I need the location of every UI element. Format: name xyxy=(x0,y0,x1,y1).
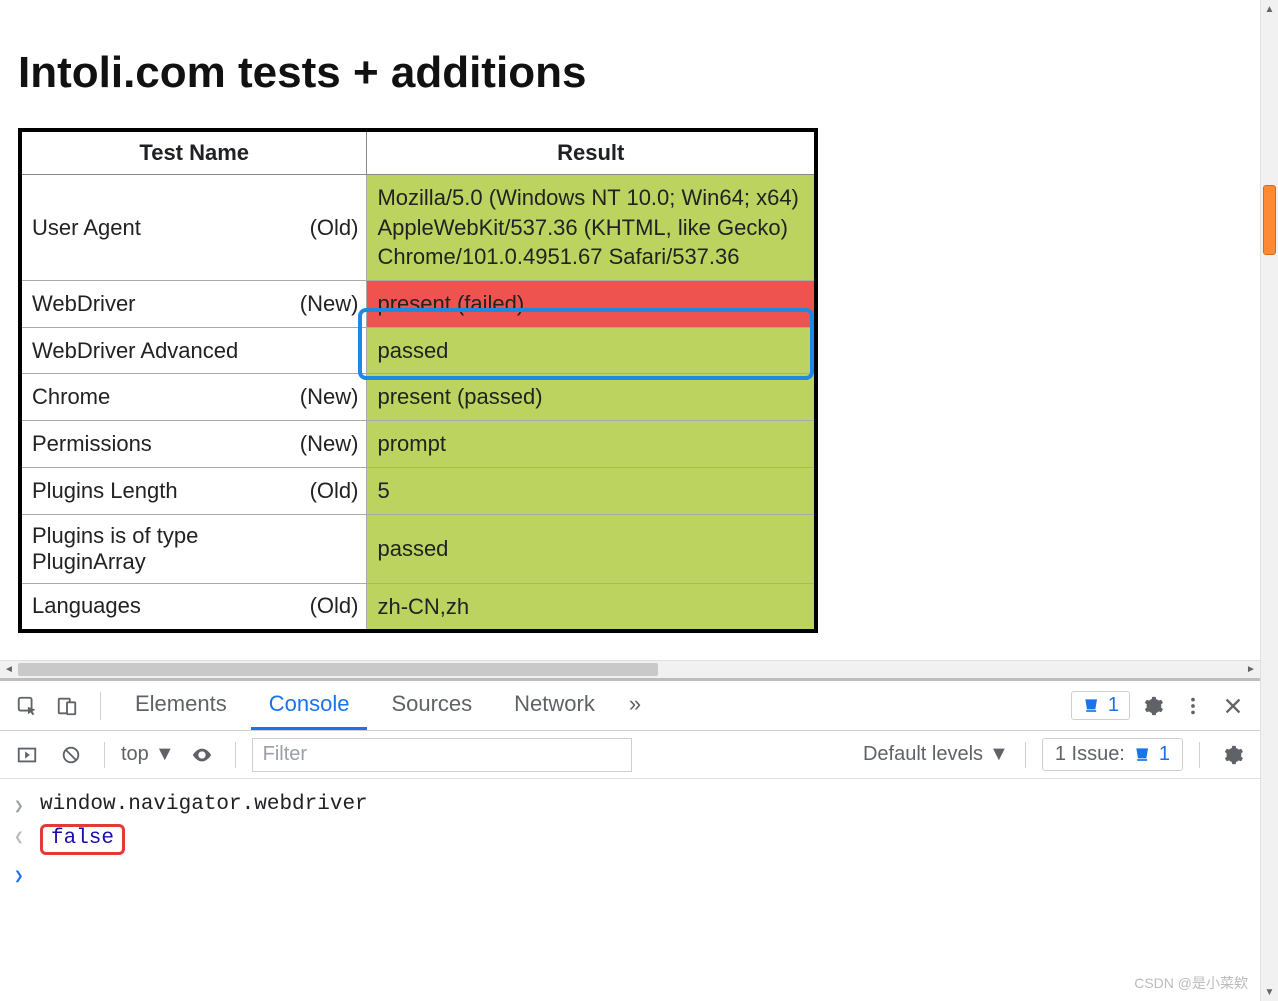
console-output-line: ❮ false xyxy=(14,820,1246,859)
errors-badge[interactable]: 1 xyxy=(1071,691,1130,720)
kebab-menu-icon[interactable] xyxy=(1176,689,1210,723)
test-name: WebDriver xyxy=(32,291,136,316)
test-result-cell: present (passed) xyxy=(367,374,816,421)
test-result-cell: zh-CN,zh xyxy=(367,583,816,631)
test-result-cell: 5 xyxy=(367,467,816,514)
tab-console[interactable]: Console xyxy=(251,681,368,730)
chevron-right-icon: ❯ xyxy=(14,796,28,816)
settings-gear-icon[interactable] xyxy=(1136,689,1170,723)
console-input-text: window.navigator.webdriver xyxy=(40,793,368,816)
table-row: Languages (Old) zh-CN,zh xyxy=(20,583,816,631)
tests-table-wrapper: Test Name Result User Agent (Old) Mozill… xyxy=(18,128,818,633)
chevron-down-icon: ▼ xyxy=(989,743,1009,766)
tab-elements[interactable]: Elements xyxy=(117,681,245,730)
scroll-down-arrow-icon[interactable]: ▼ xyxy=(1261,983,1278,1001)
log-levels-selector[interactable]: Default levels ▼ xyxy=(863,743,1009,766)
separator xyxy=(235,742,236,768)
page-content: Intoli.com tests + additions Test Name R… xyxy=(0,0,1260,638)
test-name-cell: WebDriver (New) xyxy=(20,281,367,328)
clear-console-icon[interactable] xyxy=(54,738,88,772)
separator xyxy=(1199,742,1200,768)
test-name-cell: WebDriver Advanced xyxy=(20,327,367,374)
table-row: WebDriver Advanced passed xyxy=(20,327,816,374)
test-age: (Old) xyxy=(310,593,359,619)
test-name: Chrome xyxy=(32,384,110,409)
console-toolbar: top ▼ Default levels ▼ 1 Issue: 1 xyxy=(0,731,1260,779)
chevron-down-icon: ▼ xyxy=(155,743,175,766)
test-name: Plugins Length xyxy=(32,478,178,503)
context-label: top xyxy=(121,743,149,766)
issues-button[interactable]: 1 Issue: 1 xyxy=(1042,738,1183,771)
test-age: (New) xyxy=(300,291,359,317)
scroll-right-arrow-icon[interactable]: ► xyxy=(1242,661,1260,678)
scroll-thumb[interactable] xyxy=(18,663,658,676)
outer-vertical-scrollbar[interactable]: ▲ ▼ xyxy=(1260,0,1278,1001)
sidebar-toggle-icon[interactable] xyxy=(10,738,44,772)
scroll-thumb[interactable] xyxy=(1263,185,1276,255)
tab-more[interactable]: » xyxy=(619,681,651,730)
page-title: Intoli.com tests + additions xyxy=(18,48,1242,98)
issues-count: 1 xyxy=(1159,743,1170,766)
scroll-up-arrow-icon[interactable]: ▲ xyxy=(1261,0,1278,18)
inspect-element-icon[interactable] xyxy=(10,689,44,723)
tab-sources[interactable]: Sources xyxy=(373,681,490,730)
table-row: Plugins Length (Old) 5 xyxy=(20,467,816,514)
test-age: (Old) xyxy=(310,478,359,504)
header-test-name: Test Name xyxy=(20,130,367,175)
console-output-text: false xyxy=(51,827,114,850)
close-devtools-icon[interactable] xyxy=(1216,689,1250,723)
filter-input[interactable] xyxy=(252,738,632,772)
separator xyxy=(100,692,101,720)
separator xyxy=(1025,742,1026,768)
devtools-tabbar: Elements Console Sources Network » 1 xyxy=(0,681,1260,731)
test-age: (New) xyxy=(300,431,359,457)
live-expression-eye-icon[interactable] xyxy=(185,738,219,772)
test-age: (New) xyxy=(300,384,359,410)
table-header-row: Test Name Result xyxy=(20,130,816,175)
test-result-cell: passed xyxy=(367,514,816,583)
test-name-cell: Permissions (New) xyxy=(20,421,367,468)
test-name: Plugins is of type PluginArray xyxy=(32,523,198,574)
errors-count: 1 xyxy=(1108,694,1119,717)
test-age: (Old) xyxy=(310,215,359,241)
header-result: Result xyxy=(367,130,816,175)
console-prompt-line[interactable]: ❯ xyxy=(14,859,1246,890)
issues-label: 1 Issue: xyxy=(1055,743,1125,766)
table-row: WebDriver (New) present (failed) xyxy=(20,281,816,328)
table-row: User Agent (Old) Mozilla/5.0 (Windows NT… xyxy=(20,175,816,281)
tests-table: Test Name Result User Agent (Old) Mozill… xyxy=(18,128,818,633)
test-name-cell: Plugins is of type PluginArray xyxy=(20,514,367,583)
console-settings-gear-icon[interactable] xyxy=(1216,738,1250,772)
test-result-cell: prompt xyxy=(367,421,816,468)
chevron-left-icon: ❮ xyxy=(14,827,28,847)
test-name-cell: Languages (Old) xyxy=(20,583,367,631)
devtools-panel: Elements Console Sources Network » 1 top… xyxy=(0,678,1260,1001)
console-input-line: ❯ window.navigator.webdriver xyxy=(14,789,1246,820)
page-viewport: Intoli.com tests + additions Test Name R… xyxy=(0,0,1260,678)
test-result-cell: passed xyxy=(367,327,816,374)
test-name: WebDriver Advanced xyxy=(32,338,238,363)
annotation-red-box: false xyxy=(40,824,125,855)
tab-network[interactable]: Network xyxy=(496,681,613,730)
chevron-right-icon: ❯ xyxy=(14,866,28,886)
page-horizontal-scrollbar[interactable]: ◄ ► xyxy=(0,660,1260,678)
console-output: ❯ window.navigator.webdriver ❮ false ❯ xyxy=(0,779,1260,900)
test-name-cell: Plugins Length (Old) xyxy=(20,467,367,514)
test-name-cell: Chrome (New) xyxy=(20,374,367,421)
separator xyxy=(104,742,105,768)
test-name: User Agent xyxy=(32,215,141,240)
table-row: Plugins is of type PluginArray passed xyxy=(20,514,816,583)
test-name: Languages xyxy=(32,593,141,618)
scroll-left-arrow-icon[interactable]: ◄ xyxy=(0,661,18,678)
test-result-cell: present (failed) xyxy=(367,281,816,328)
device-toolbar-icon[interactable] xyxy=(50,689,84,723)
test-name: Permissions xyxy=(32,431,152,456)
context-selector[interactable]: top ▼ xyxy=(121,743,175,766)
table-row: Permissions (New) prompt xyxy=(20,421,816,468)
test-result-cell: Mozilla/5.0 (Windows NT 10.0; Win64; x64… xyxy=(367,175,816,281)
table-row: Chrome (New) present (passed) xyxy=(20,374,816,421)
test-name-cell: User Agent (Old) xyxy=(20,175,367,281)
levels-label: Default levels xyxy=(863,743,983,766)
